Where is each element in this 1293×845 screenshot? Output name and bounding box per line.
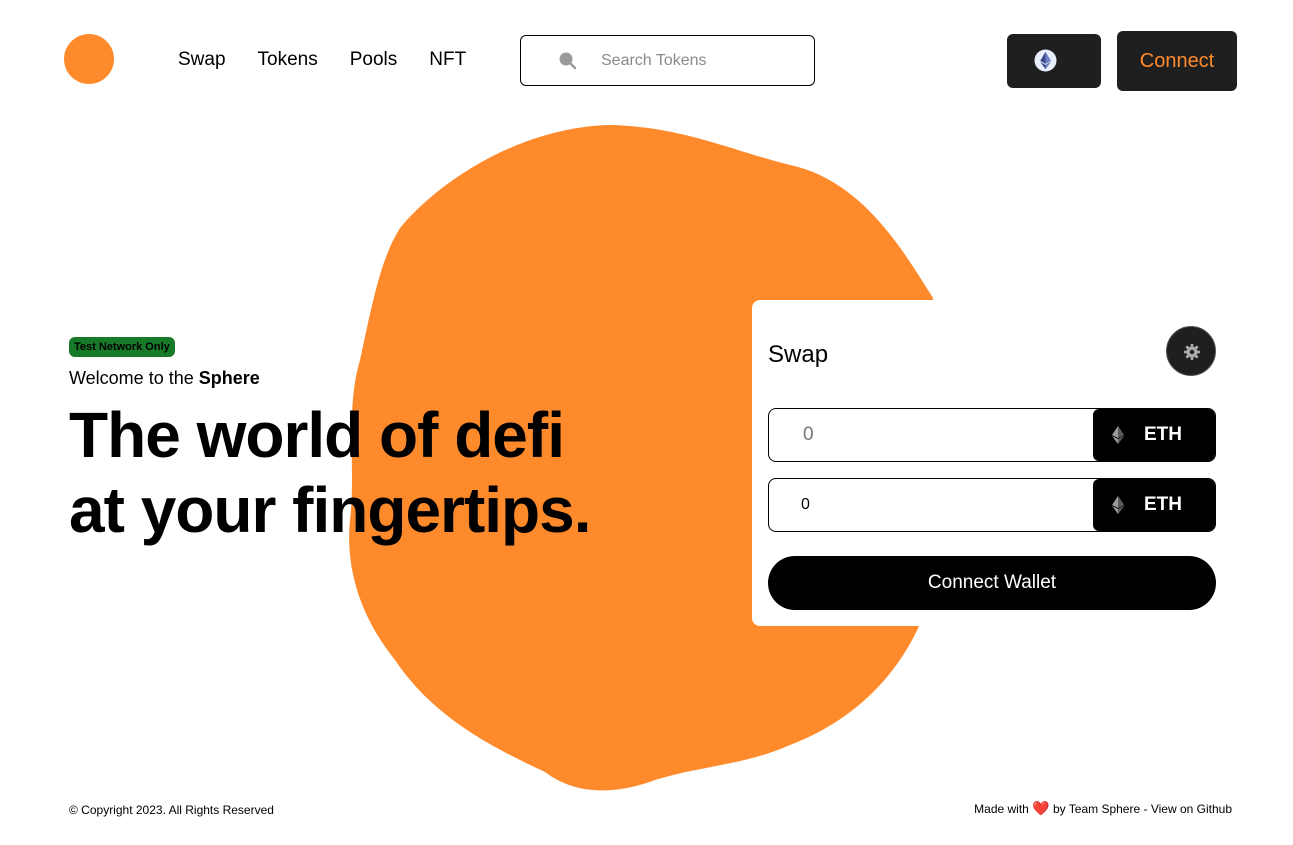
swap-card: Swap 0 ETH 0 ETH Connect Wallet [752, 300, 1232, 626]
made-with-prefix: Made with [974, 802, 1029, 816]
ethereum-icon [1034, 49, 1057, 72]
search-icon [559, 52, 577, 70]
headline-line-2: at your fingertips. [69, 474, 591, 546]
heart-icon: ❤️ [1032, 800, 1050, 816]
swap-title: Swap [768, 341, 829, 368]
nav-swap[interactable]: Swap [178, 48, 226, 72]
nav-pools[interactable]: Pools [350, 48, 398, 72]
to-token-label: ETH [1144, 494, 1182, 515]
welcome-prefix: Welcome to the [69, 368, 199, 388]
brand-name: Sphere [198, 368, 260, 388]
search-input[interactable] [601, 48, 801, 74]
network-selector-button[interactable] [1007, 34, 1101, 88]
from-amount-input[interactable] [769, 409, 1094, 461]
settings-button[interactable] [1166, 326, 1216, 376]
from-token-label: ETH [1144, 424, 1182, 445]
gear-icon [1184, 344, 1200, 360]
logo[interactable] [64, 34, 114, 84]
nav-tokens[interactable]: Tokens [258, 48, 318, 72]
connect-wallet-button[interactable]: Connect Wallet [768, 556, 1216, 610]
welcome-text: Welcome to the Sphere [69, 367, 260, 389]
github-link[interactable]: View on Github [1151, 802, 1232, 816]
main-nav: Swap Tokens Pools NFT [178, 48, 498, 72]
ethereum-icon [1112, 426, 1124, 444]
to-amount-input[interactable] [769, 479, 1094, 531]
ethereum-icon [1112, 496, 1124, 514]
connect-button[interactable]: Connect [1117, 31, 1237, 91]
hero-headline: The world of defi at your fingertips. [69, 398, 669, 548]
from-token-selector[interactable]: ETH [1093, 409, 1215, 461]
made-by-text: by Team Sphere - [1052, 802, 1148, 816]
headline-line-1: The world of defi [69, 399, 565, 471]
page: Swap Tokens Pools NFT Connect Test Netwo… [0, 0, 1293, 845]
to-token-selector[interactable]: ETH [1093, 479, 1215, 531]
to-amount-row: ETH [768, 478, 1216, 532]
copyright-text: © Copyright 2023. All Rights Reserved [69, 803, 274, 817]
nav-nft[interactable]: NFT [429, 48, 466, 72]
from-amount-row: ETH [768, 408, 1216, 462]
made-with-text: Made with ❤️ by Team Sphere - View on Gi… [974, 801, 1232, 816]
search-box [520, 35, 815, 86]
test-network-badge: Test Network Only [69, 337, 175, 357]
